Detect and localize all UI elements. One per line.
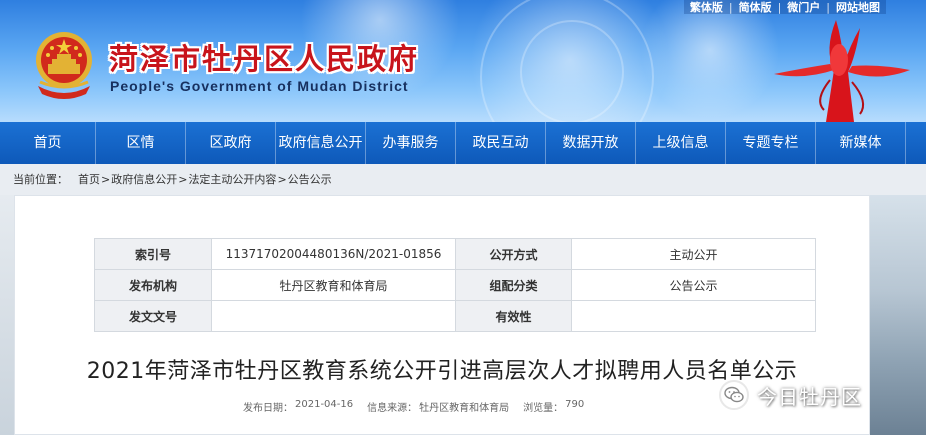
nav-item-special-topics[interactable]: 专题专栏	[726, 122, 816, 164]
index-number-value: 11371702004480136N/2021-01856	[211, 238, 456, 270]
breadcrumb-announcements[interactable]: 公告公示	[288, 170, 332, 190]
nav-item-superior-info[interactable]: 上级信息	[636, 122, 726, 164]
publisher-label: 发布机构	[94, 269, 212, 301]
nav-item-new-media[interactable]: 新媒体	[816, 122, 906, 164]
validity-value	[571, 300, 816, 332]
validity-label: 有效性	[455, 300, 572, 332]
open-mode-label: 公开方式	[455, 238, 572, 270]
table-row: 发布机构 牡丹区教育和体育局 组配分类 公告公示	[94, 269, 816, 301]
nav-item-info-disclosure[interactable]: 政府信息公开	[276, 122, 366, 164]
site-banner: 繁体版 | 简体版 | 微门户 | 网站地图 菏泽市牡丹区人民政府 People…	[0, 0, 926, 122]
table-row: 索引号 11371702004480136N/2021-01856 公开方式 主…	[94, 238, 816, 270]
document-number-value	[211, 300, 456, 332]
nav-item-district-info[interactable]: 区情	[96, 122, 186, 164]
nav-item-interaction[interactable]: 政民互动	[456, 122, 546, 164]
source: 牡丹区教育和体育局	[419, 403, 510, 414]
national-emblem-icon	[36, 32, 92, 99]
breadcrumb-separator: >	[178, 173, 188, 186]
banner-decoration	[640, 0, 780, 120]
breadcrumb-statutory-content[interactable]: 法定主动公开内容	[188, 170, 276, 190]
breadcrumb-separator: >	[101, 173, 111, 186]
open-mode-value: 主动公开	[571, 238, 816, 270]
background-scenery	[870, 195, 926, 435]
category-label: 组配分类	[455, 269, 572, 301]
nav-item-home[interactable]: 首页	[0, 122, 96, 164]
traditional-chinese-link[interactable]: 繁体版	[690, 0, 723, 15]
breadcrumb-info-disclosure[interactable]: 政府信息公开	[111, 170, 177, 190]
publish-date: 2021-04-16	[295, 399, 354, 410]
wechat-icon	[719, 380, 749, 410]
wechat-watermark: 今日牡丹区	[719, 378, 862, 412]
nav-item-services[interactable]: 办事服务	[366, 122, 456, 164]
breadcrumb-home[interactable]: 首页	[78, 170, 100, 190]
sculpture-icon	[774, 20, 910, 122]
breadcrumb: 当前位置： 首页 > 政府信息公开 > 法定主动公开内容 > 公告公示	[13, 170, 332, 190]
breadcrumb-label: 当前位置：	[13, 173, 68, 186]
watermark-text: 今日牡丹区	[757, 384, 862, 409]
index-number-label: 索引号	[94, 238, 212, 270]
nav-item-district-government[interactable]: 区政府	[186, 122, 276, 164]
breadcrumb-separator: >	[277, 173, 287, 186]
main-nav: 首页 区情 区政府 政府信息公开 办事服务 政民互动 数据开放 上级信息 专题专…	[0, 122, 926, 164]
banner-decoration	[520, 20, 624, 122]
site-title-english: People's Government of Mudan District	[110, 78, 409, 94]
views-label: 浏览量：	[523, 403, 564, 414]
document-number-label: 发文文号	[94, 300, 212, 332]
source-label: 信息来源：	[367, 403, 418, 414]
separator: |	[728, 0, 733, 14]
table-row: 发文文号 有效性	[94, 300, 816, 332]
views-count: 790	[565, 399, 585, 410]
background-scenery	[0, 195, 14, 435]
publish-date-label: 发布日期：	[243, 403, 293, 414]
category-value: 公告公示	[571, 269, 816, 301]
nav-item-open-data[interactable]: 数据开放	[546, 122, 636, 164]
document-info: 发布日期： 2021-04-16 信息来源： 牡丹区教育和体育局 浏览量： 79…	[243, 399, 598, 414]
publisher-value: 牡丹区教育和体育局	[211, 269, 456, 301]
document-metadata-table: 索引号 11371702004480136N/2021-01856 公开方式 主…	[94, 238, 816, 332]
site-title: 菏泽市牡丹区人民政府	[109, 42, 420, 76]
